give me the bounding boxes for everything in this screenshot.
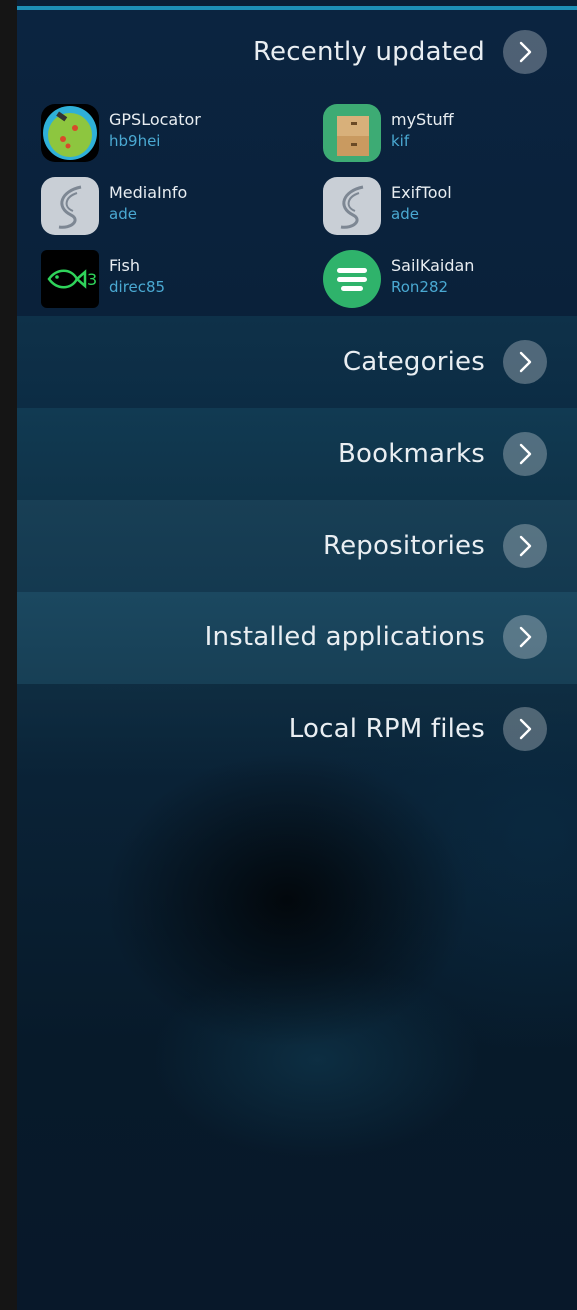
chevron-right-icon[interactable] (503, 432, 547, 476)
recently-updated-title: Recently updated (252, 37, 485, 67)
menu-label: Bookmarks (337, 439, 485, 469)
categories-row[interactable]: Categories (17, 340, 577, 384)
chevron-right-icon[interactable] (503, 707, 547, 751)
sailfish-leaf-icon (41, 177, 99, 235)
chevron-right-icon[interactable] (503, 340, 547, 384)
app-author: ade (109, 205, 137, 223)
app-name: Fish (109, 256, 140, 275)
app-name: myStuff (391, 110, 454, 129)
app-tile-sailkaidan[interactable]: SailKaidan Ron282 (323, 250, 474, 308)
menu-label: Repositories (322, 531, 485, 561)
bookmarks-row[interactable]: Bookmarks (17, 432, 577, 476)
app-name: GPSLocator (109, 110, 201, 129)
gps-locator-icon (41, 104, 99, 162)
app-author: hb9hei (109, 132, 161, 150)
chat-lines-icon (323, 250, 381, 308)
app-tile-fish[interactable]: 3 Fish direc85 (41, 250, 165, 308)
app-tile-mystuff[interactable]: myStuff kif (323, 104, 454, 162)
svg-text:3: 3 (87, 270, 97, 289)
chevron-right-icon[interactable] (503, 524, 547, 568)
installed-applications-row[interactable]: Installed applications (17, 615, 577, 659)
repositories-row[interactable]: Repositories (17, 524, 577, 568)
chevron-right-icon[interactable] (503, 615, 547, 659)
sailfish-leaf-icon (323, 177, 381, 235)
app-screen: Recently updated GPSLocator hb9hei myStu… (17, 0, 577, 1310)
app-tile-gpslocator[interactable]: GPSLocator hb9hei (41, 104, 201, 162)
app-name: ExifTool (391, 183, 452, 202)
app-name: MediaInfo (109, 183, 188, 202)
fish-icon: 3 (41, 250, 99, 308)
chevron-right-icon[interactable] (503, 30, 547, 74)
app-author: Ron282 (391, 278, 449, 296)
local-rpm-files-row[interactable]: Local RPM files (17, 707, 577, 751)
app-name: SailKaidan (391, 256, 475, 275)
menu-label: Local RPM files (288, 714, 485, 744)
menu-label: Installed applications (204, 622, 485, 652)
app-tile-exiftool[interactable]: ExifTool ade (323, 177, 452, 235)
app-author: kif (391, 132, 410, 150)
menu-label: Categories (342, 347, 485, 377)
recently-updated-header[interactable]: Recently updated (17, 30, 577, 74)
app-author: ade (391, 205, 419, 223)
app-author: direc85 (109, 278, 166, 296)
app-tile-mediainfo[interactable]: MediaInfo ade (41, 177, 187, 235)
boxes-icon (323, 104, 381, 162)
